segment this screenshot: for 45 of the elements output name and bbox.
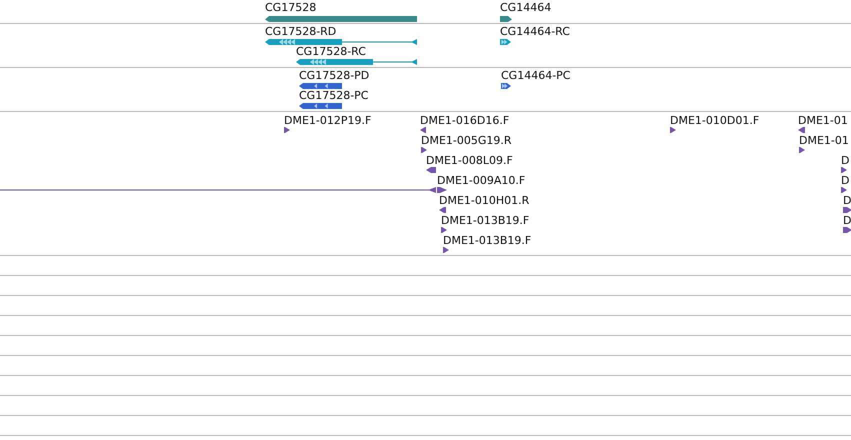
- transcript-glyph-drawing[interactable]: [296, 59, 417, 65]
- feature-label[interactable]: DME1-008L09.F: [426, 154, 513, 167]
- read-glyph-drawing[interactable]: [439, 207, 446, 213]
- feature-label[interactable]: CG17528-PD: [299, 69, 370, 82]
- read-glyph-drawing[interactable]: [843, 227, 851, 233]
- exons-glyph-drawing[interactable]: [501, 83, 511, 89]
- read-glyph-drawing[interactable]: [798, 127, 805, 133]
- read-glyph-drawing[interactable]: [843, 207, 851, 213]
- feature-label[interactable]: DME1-010D01.F: [670, 114, 760, 127]
- exons-glyph-drawing[interactable]: [299, 83, 342, 89]
- read-glyph-drawing[interactable]: [420, 127, 426, 133]
- feature-label[interactable]: D: [841, 154, 850, 167]
- feature-label[interactable]: CG17528: [265, 1, 316, 14]
- read-glyph-drawing[interactable]: [841, 167, 847, 173]
- feature-label[interactable]: DME1-013B19.F: [443, 234, 532, 247]
- exons-glyph-drawing[interactable]: [299, 103, 342, 109]
- feature-label[interactable]: DME1-016D16.F: [420, 114, 510, 127]
- pair-glyph-drawing[interactable]: [0, 187, 447, 193]
- feature-label[interactable]: DME1-005G19.R: [421, 134, 512, 147]
- read-glyph-drawing[interactable]: [670, 127, 676, 133]
- read-glyph-drawing[interactable]: [284, 127, 290, 133]
- feature-label[interactable]: DME1-012P19.F: [284, 114, 372, 127]
- exons-glyph-drawing[interactable]: [500, 39, 511, 45]
- feature-label[interactable]: CG14464-RC: [500, 25, 570, 38]
- read-glyph-drawing[interactable]: [799, 147, 805, 153]
- feature-label[interactable]: D: [841, 174, 850, 187]
- feature-label[interactable]: D: [843, 194, 851, 207]
- read-glyph-drawing[interactable]: [426, 167, 436, 173]
- read-glyph-drawing[interactable]: [421, 147, 427, 153]
- read-glyph-drawing[interactable]: [443, 247, 449, 253]
- read-glyph-drawing[interactable]: [841, 187, 847, 193]
- feature-label[interactable]: DME1-010H01.R: [439, 194, 530, 207]
- gene-glyph-drawing[interactable]: [500, 16, 512, 22]
- feature-label[interactable]: DME1-009A10.F: [437, 174, 526, 187]
- feature-label[interactable]: D: [843, 214, 851, 227]
- read-glyph-drawing[interactable]: [441, 227, 447, 233]
- transcript-glyph-drawing[interactable]: [265, 39, 417, 45]
- feature-label[interactable]: CG14464: [500, 1, 552, 14]
- feature-label[interactable]: CG17528-PC: [299, 89, 368, 102]
- feature-label[interactable]: DME1-013B19.F: [441, 214, 530, 227]
- feature-label[interactable]: CG14464-PC: [501, 69, 570, 82]
- feature-label[interactable]: CG17528-RD: [265, 25, 336, 38]
- feature-label[interactable]: DME1-01: [798, 114, 848, 127]
- feature-label[interactable]: CG17528-RC: [296, 45, 366, 58]
- feature-label[interactable]: DME1-01: [799, 134, 849, 147]
